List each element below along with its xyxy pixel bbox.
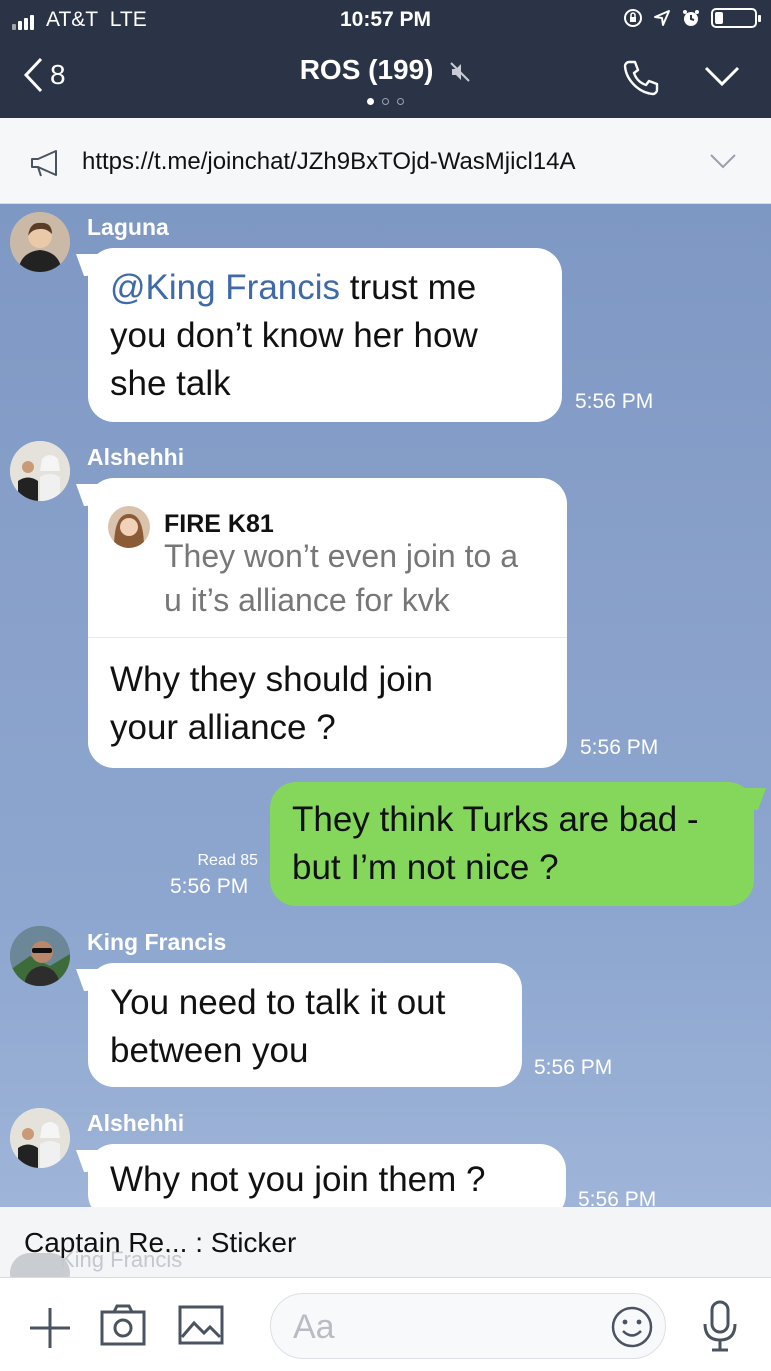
- message-time: 5:56 PM: [534, 1056, 613, 1079]
- person-avatar-icon: [10, 212, 70, 272]
- message-bubble[interactable]: You need to talk it out between you: [88, 963, 522, 1087]
- battery-icon: [711, 8, 761, 28]
- reply-avatar: [108, 506, 150, 548]
- reply-text: They won’t even join to a u it’s allianc…: [164, 538, 518, 618]
- message-text: Why not you join them ?: [110, 1160, 486, 1199]
- mute-icon: [450, 61, 471, 82]
- plus-icon[interactable]: [28, 1306, 72, 1350]
- avatar[interactable]: [10, 441, 70, 501]
- message-text: They think Turks are bad - but I’m not n…: [292, 800, 699, 887]
- status-bar: AT&T LTE 10:57 PM: [0, 6, 771, 34]
- outgoing-message-bubble[interactable]: They think Turks are bad - but I’m not n…: [270, 782, 754, 906]
- alarm-icon: [683, 10, 699, 26]
- camera-icon[interactable]: [100, 1304, 146, 1346]
- sender-name: Laguna: [87, 214, 169, 240]
- top-bar: AT&T LTE 10:57 PM 8 ROS (199): [0, 0, 771, 118]
- sender-name: Alshehhi: [87, 1110, 185, 1136]
- status-icons: [623, 8, 761, 28]
- message-text: Why they should join your alliance ?: [110, 660, 433, 747]
- message-input-box[interactable]: [270, 1293, 666, 1359]
- chevron-down-icon[interactable]: [709, 152, 737, 170]
- message-composer: [0, 1277, 771, 1371]
- chat-title: ROS (199): [299, 54, 434, 85]
- message-bubble[interactable]: FIRE K81 They won’t even join to a u it’…: [88, 478, 567, 768]
- person-avatar-icon: [10, 441, 70, 501]
- avatar[interactable]: [10, 926, 70, 986]
- message-text: You need to talk it out between you: [110, 983, 446, 1070]
- chat-header: 8 ROS (199): [0, 46, 771, 106]
- message-text: @King Francis trust me you don’t know he…: [88, 248, 562, 424]
- page-dot: [367, 98, 374, 105]
- message-input[interactable]: [293, 1306, 603, 1348]
- microphone-icon[interactable]: [700, 1300, 740, 1352]
- megaphone-icon: [31, 150, 57, 177]
- avatar[interactable]: [10, 1108, 70, 1168]
- page-indicator: [0, 98, 771, 105]
- preview-text: Captain Re... : Sticker: [24, 1227, 297, 1258]
- emoji-icon[interactable]: [611, 1306, 653, 1348]
- location-icon: [654, 10, 670, 26]
- pinned-announcement[interactable]: https://t.me/joinchat/JZh9BxTOjd-WasMjic…: [0, 118, 771, 204]
- person-avatar-icon: [10, 926, 70, 986]
- page-dot: [397, 98, 404, 105]
- mention-link[interactable]: @King Francis: [110, 268, 340, 307]
- sender-name: King Francis: [87, 929, 227, 955]
- message-time: 5:56 PM: [575, 390, 654, 413]
- image-icon[interactable]: [178, 1305, 224, 1345]
- message-time: 5:56 PM: [580, 736, 659, 759]
- phone-call-icon[interactable]: [621, 58, 661, 98]
- sender-name: Alshehhi: [87, 444, 185, 470]
- message-time: 5:56 PM: [578, 1188, 657, 1207]
- quoted-reply[interactable]: FIRE K81 They won’t even join to a u it’…: [88, 478, 567, 638]
- rotation-lock-icon: [624, 9, 642, 27]
- message-time: 5:56 PM: [170, 875, 249, 898]
- new-message-preview[interactable]: King Francis Captain Re... : Sticker: [0, 1207, 771, 1277]
- person-avatar-icon: [10, 1108, 70, 1168]
- chevron-down-icon[interactable]: [703, 64, 741, 88]
- avatar[interactable]: [10, 212, 70, 272]
- message-list[interactable]: Laguna @King Francis trust me you don’t …: [0, 204, 771, 1207]
- message-bubble[interactable]: Why not you join them ?: [88, 1144, 566, 1207]
- announcement-link[interactable]: https://t.me/joinchat/JZh9BxTOjd-WasMjic…: [82, 148, 576, 176]
- person-avatar-icon: [108, 506, 150, 548]
- read-receipt: Read 85: [197, 852, 259, 869]
- message-bubble[interactable]: @King Francis trust me you don’t know he…: [88, 248, 562, 422]
- page-dot: [382, 98, 389, 105]
